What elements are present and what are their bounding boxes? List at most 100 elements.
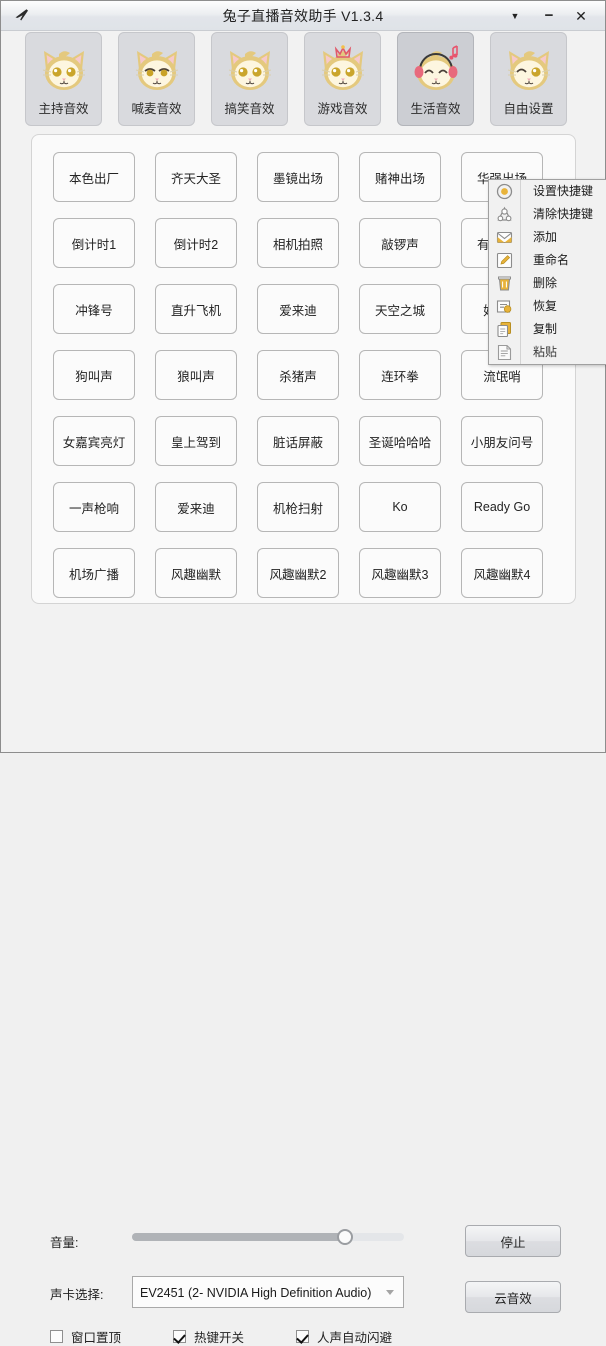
sound-button[interactable]: Ko (359, 482, 441, 532)
cat-face-icon (221, 40, 279, 94)
menu-item-5[interactable]: 删除 (489, 272, 606, 295)
menu-item-label: 恢复 (533, 299, 558, 313)
category-tab-3[interactable]: 搞笑音效 (211, 32, 288, 126)
sound-button[interactable]: 倒计时2 (155, 218, 237, 268)
cat-face-wink-icon (500, 40, 558, 94)
soundcard-select[interactable]: EV2451 (2- NVIDIA High Definition Audio) (132, 1276, 404, 1308)
checkbox-box[interactable] (296, 1329, 309, 1343)
menu-item-label: 删除 (533, 276, 558, 290)
cat-face-headphones-music-icon (407, 40, 465, 94)
checkbox-box[interactable] (50, 1329, 63, 1343)
menu-item-label: 添加 (533, 230, 558, 244)
restore-list-icon (495, 297, 514, 316)
sound-button[interactable]: 狗叫声 (53, 350, 135, 400)
menu-item-label: 粘贴 (533, 345, 558, 359)
soundcard-label: 声卡选择: (50, 1288, 104, 1302)
category-tab-bar: 主持音效 喊麦音效 搞笑音效 游戏音效 生活音效 自由设置 (1, 32, 605, 130)
sound-button[interactable]: 冲锋号 (53, 284, 135, 334)
sound-button[interactable]: 一声枪响 (53, 482, 135, 532)
envelope-add-icon (495, 228, 514, 247)
sound-button[interactable]: 小朋友问号 (461, 416, 543, 466)
sound-button[interactable]: 机场广播 (53, 548, 135, 598)
sound-button[interactable]: 圣诞哈哈哈 (359, 416, 441, 466)
stop-button[interactable]: 停止 (465, 1225, 561, 1257)
menu-item-6[interactable]: 恢复 (489, 295, 606, 318)
sound-button[interactable]: 风趣幽默3 (359, 548, 441, 598)
trash-can-icon (495, 274, 514, 293)
checkbox-label: 热键开关 (194, 1330, 245, 1345)
checkbox-hotkey-toggle[interactable]: 热键开关 (173, 1327, 244, 1345)
sound-button[interactable]: 直升飞机 (155, 284, 237, 334)
sound-button[interactable]: 机枪扫射 (257, 482, 339, 532)
checkbox-always-on-top[interactable]: 窗口置顶 (50, 1327, 121, 1345)
bottom-controls: 音量: 声卡选择: EV2451 (2- NVIDIA High Definit… (1, 605, 605, 1345)
slider-thumb[interactable] (337, 1229, 353, 1245)
sound-button[interactable]: Ready Go (461, 482, 543, 532)
menu-item-7[interactable]: 复制 (489, 318, 606, 341)
cloud-sound-button[interactable]: 云音效 (465, 1281, 561, 1313)
sound-button[interactable]: 倒计时1 (53, 218, 135, 268)
category-tab-label: 生活音效 (410, 102, 461, 116)
soundcard-value: EV2451 (2- NVIDIA High Definition Audio) (140, 1286, 372, 1300)
copy-pages-icon (495, 320, 514, 339)
sound-button[interactable]: 杀猪声 (257, 350, 339, 400)
cat-face-smirk-icon (128, 40, 186, 94)
sound-button[interactable]: 相机拍照 (257, 218, 339, 268)
category-tab-4[interactable]: 游戏音效 (304, 32, 381, 126)
category-tab-5[interactable]: 生活音效 (397, 32, 474, 126)
sound-button[interactable]: 脏话屏蔽 (257, 416, 339, 466)
clear-shape-icon (495, 205, 514, 224)
target-ring-icon (495, 182, 514, 201)
checkbox-label: 人声自动闪避 (317, 1330, 393, 1345)
context-menu: 设置快捷键清除快捷键添加重命名删除恢复复制粘贴 (488, 179, 606, 365)
pencil-edit-icon (495, 251, 514, 270)
category-tab-2[interactable]: 喊麦音效 (118, 32, 195, 126)
category-tab-label: 喊麦音效 (131, 102, 182, 116)
sound-button[interactable]: 墨镜出场 (257, 152, 339, 202)
app-window: 兔子直播音效助手 V1.3.4 ▼ − ✕ 主持音效 喊麦音效 搞笑音效 游戏音效 生活… (0, 0, 606, 1345)
menu-item-4[interactable]: 重命名 (489, 249, 606, 272)
sound-button[interactable]: 连环拳 (359, 350, 441, 400)
cat-face-crown-icon (314, 40, 372, 94)
sound-button[interactable]: 赌神出场 (359, 152, 441, 202)
title-bar: 兔子直播音效助手 V1.3.4 ▼ − ✕ (1, 1, 605, 31)
sound-button[interactable]: 齐天大圣 (155, 152, 237, 202)
chevron-down-icon[interactable]: ▼ (503, 5, 527, 27)
menu-item-label: 清除快捷键 (533, 207, 594, 221)
sound-button[interactable]: 天空之城 (359, 284, 441, 334)
sound-button[interactable]: 敲锣声 (359, 218, 441, 268)
checkbox-label: 窗口置顶 (71, 1330, 122, 1345)
menu-item-label: 设置快捷键 (533, 184, 594, 198)
sound-button[interactable]: 爱来迪 (257, 284, 339, 334)
menu-item-8[interactable]: 粘贴 (489, 341, 606, 364)
menu-item-label: 重命名 (533, 253, 570, 267)
paste-page-icon (495, 343, 514, 362)
category-tab-1[interactable]: 主持音效 (25, 32, 102, 126)
menu-item-2[interactable]: 清除快捷键 (489, 203, 606, 226)
minimize-button[interactable]: − (537, 5, 561, 27)
cat-face-icon (35, 40, 93, 94)
category-tab-6[interactable]: 自由设置 (490, 32, 567, 126)
sound-button[interactable]: 爱来迪 (155, 482, 237, 532)
sound-button[interactable]: 风趣幽默 (155, 548, 237, 598)
category-tab-label: 主持音效 (38, 102, 89, 116)
sound-button[interactable]: 狼叫声 (155, 350, 237, 400)
chevron-down-icon (386, 1290, 394, 1295)
category-tab-label: 游戏音效 (317, 102, 368, 116)
close-button[interactable]: ✕ (569, 5, 593, 27)
sound-button[interactable]: 风趣幽默4 (461, 548, 543, 598)
menu-item-3[interactable]: 添加 (489, 226, 606, 249)
sound-button[interactable]: 女嘉宾亮灯 (53, 416, 135, 466)
sound-button[interactable]: 风趣幽默2 (257, 548, 339, 598)
sound-button[interactable]: 皇上驾到 (155, 416, 237, 466)
menu-item-label: 复制 (533, 322, 558, 336)
volume-label: 音量: (50, 1236, 79, 1250)
menu-item-1[interactable]: 设置快捷键 (489, 180, 606, 203)
category-tab-label: 搞笑音效 (224, 102, 275, 116)
sound-button[interactable]: 本色出厂 (53, 152, 135, 202)
category-tab-label: 自由设置 (503, 102, 554, 116)
volume-slider[interactable] (132, 1229, 404, 1245)
checkbox-voice-ducking[interactable]: 人声自动闪避 (296, 1327, 392, 1345)
checkbox-box[interactable] (173, 1329, 186, 1343)
slider-fill (132, 1233, 344, 1241)
